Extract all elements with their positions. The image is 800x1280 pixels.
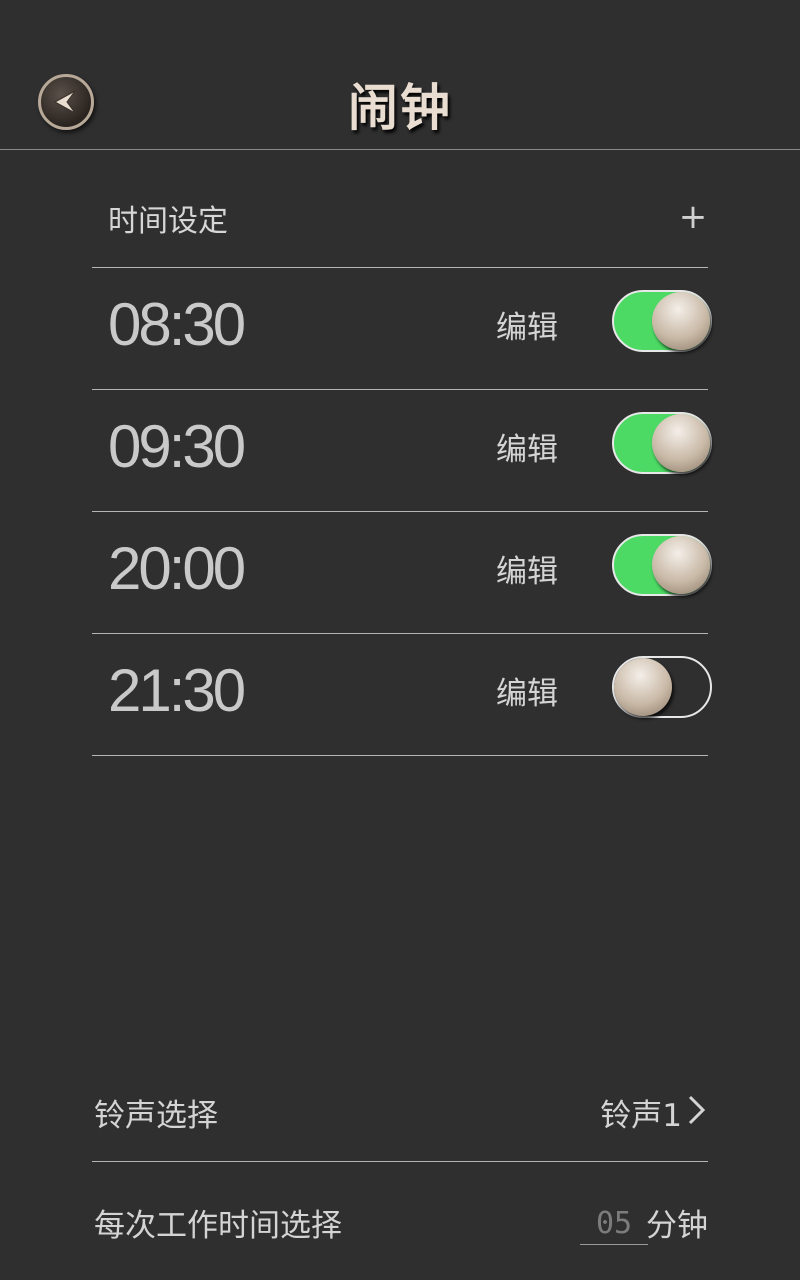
time-settings-label: 时间设定	[108, 204, 228, 239]
page-title: 闹钟	[348, 79, 452, 137]
interval-row: 每次工作时间选择 分钟	[92, 1162, 708, 1270]
toggle-knob	[652, 536, 710, 594]
interval-input[interactable]	[580, 1202, 648, 1245]
edit-alarm-button[interactable]: 编辑	[496, 668, 558, 713]
edit-alarm-button[interactable]: 编辑	[496, 546, 558, 591]
alarm-toggle[interactable]	[612, 656, 712, 718]
alarm-row: 21:30 编辑	[92, 634, 712, 756]
bottom-settings: 铃声选择 铃声1 每次工作时间选择 分钟	[92, 1054, 708, 1270]
alarm-time: 09:30	[108, 413, 246, 480]
alarm-row: 08:30 编辑	[92, 268, 712, 390]
alarm-toggle[interactable]	[612, 534, 712, 596]
toggle-knob	[652, 292, 710, 350]
header-bar: 闹钟	[0, 0, 800, 150]
ringtone-label: 铃声选择	[94, 1098, 218, 1134]
interval-unit: 分钟	[646, 1208, 708, 1244]
alarm-row: 09:30 编辑	[92, 390, 712, 512]
toggle-knob	[614, 658, 672, 716]
edit-alarm-button[interactable]: 编辑	[496, 302, 558, 347]
alarm-toggle[interactable]	[612, 412, 712, 474]
alarm-time: 20:00	[108, 535, 246, 602]
alarm-time: 08:30	[108, 291, 246, 358]
toggle-knob	[652, 414, 710, 472]
alarm-list: 08:30 编辑 09:30 编辑 20:00 编辑 21:30 编辑	[92, 268, 712, 756]
time-settings-header: 时间设定 +	[92, 188, 708, 268]
interval-label: 每次工作时间选择	[94, 1208, 342, 1244]
ringtone-value: 铃声1	[600, 1098, 682, 1134]
add-alarm-button[interactable]: +	[678, 188, 708, 248]
alarm-clock-screen: 闹钟 时间设定 + 08:30 编辑 09:30 编辑 20:00 编辑 21:…	[0, 0, 800, 1280]
chevron-right-icon	[688, 1095, 706, 1125]
edit-alarm-button[interactable]: 编辑	[496, 424, 558, 469]
alarm-row: 20:00 编辑	[92, 512, 712, 634]
alarm-toggle[interactable]	[612, 290, 712, 352]
alarm-time: 21:30	[108, 657, 246, 724]
ringtone-row[interactable]: 铃声选择 铃声1	[92, 1054, 708, 1162]
